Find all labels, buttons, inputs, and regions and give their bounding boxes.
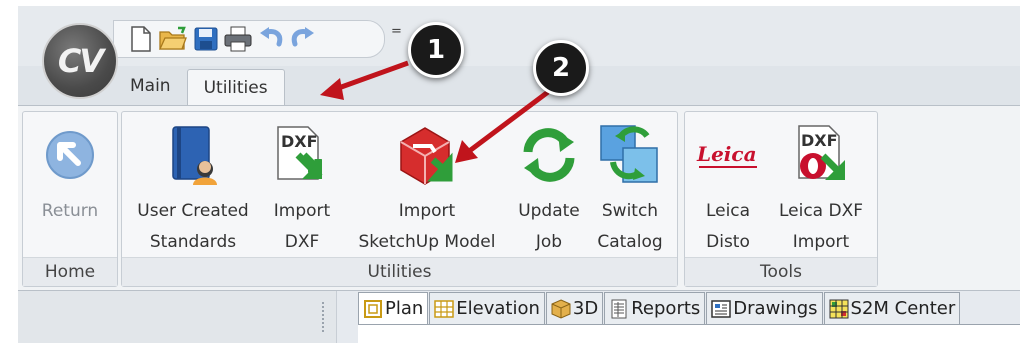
callout-arrowhead-1 (320, 78, 344, 100)
callout-marker-1: 1 (408, 22, 464, 78)
callout-1-number: 1 (426, 35, 446, 65)
callout-2-number: 2 (551, 53, 571, 83)
callout-arrow-1 (332, 60, 409, 93)
callout-arrows (320, 60, 550, 163)
callout-marker-2: 2 (533, 40, 589, 96)
callout-arrowhead-2 (455, 140, 478, 163)
callout-arrow-2 (466, 90, 550, 154)
